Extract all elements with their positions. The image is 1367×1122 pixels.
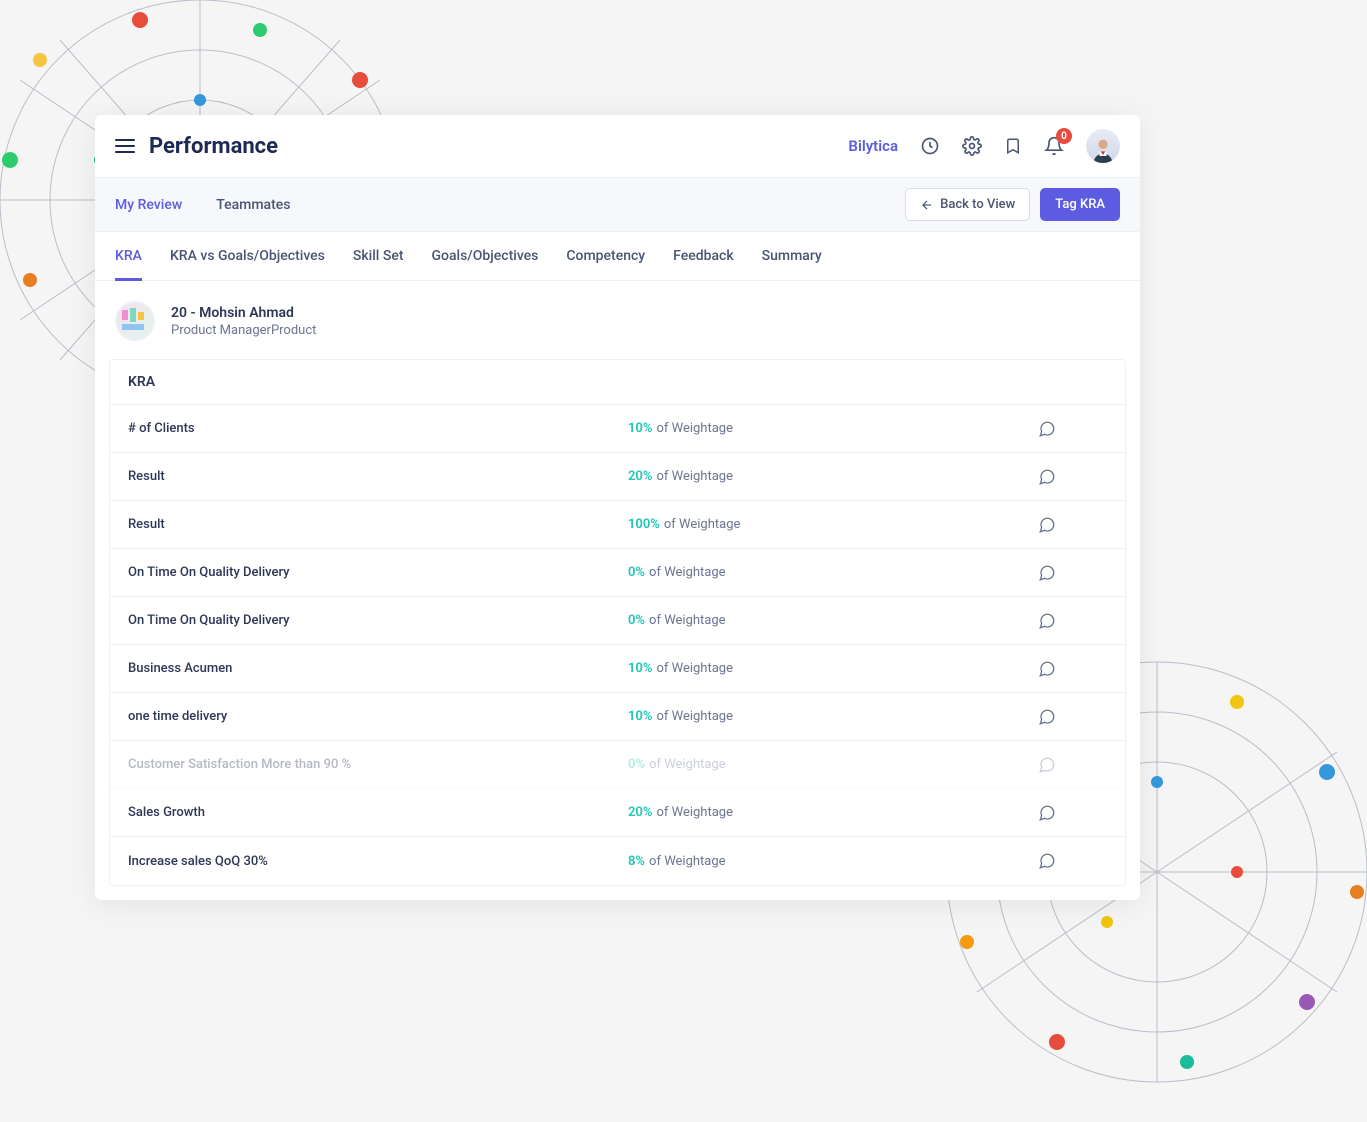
profile-name: 20 - Mohsin Ahmad xyxy=(171,305,316,321)
bookmark-icon[interactable] xyxy=(1004,136,1022,156)
kra-percentage: 0% xyxy=(628,565,645,580)
kra-section: KRA # of Clients10% of WeightageResult20… xyxy=(109,359,1126,886)
kra-row: one time delivery10% of Weightage xyxy=(110,693,1125,741)
comment-icon[interactable] xyxy=(1038,564,1056,582)
profile-role: Product ManagerProduct xyxy=(171,323,316,338)
kra-weight-label: of Weightage xyxy=(656,805,733,820)
tag-kra-button[interactable]: Tag KRA xyxy=(1040,188,1120,221)
tab-skill-set[interactable]: Skill Set xyxy=(353,248,404,281)
comment-icon[interactable] xyxy=(1038,420,1056,438)
kra-name: Sales Growth xyxy=(128,805,628,820)
tag-kra-label: Tag KRA xyxy=(1055,197,1105,212)
kra-name: Result xyxy=(128,517,628,532)
profile-block: 20 - Mohsin Ahmad Product ManagerProduct xyxy=(95,281,1140,359)
comment-icon[interactable] xyxy=(1038,804,1056,822)
kra-weight-label: of Weightage xyxy=(649,854,726,869)
tab-goals-objectives[interactable]: Goals/Objectives xyxy=(432,248,539,281)
notification-badge: 0 xyxy=(1056,128,1072,144)
content-tabs: KRA KRA vs Goals/Objectives Skill Set Goals… xyxy=(95,232,1140,281)
clock-icon[interactable] xyxy=(920,136,940,156)
tab-kra[interactable]: KRA xyxy=(115,248,142,281)
subnav-tab-my-review[interactable]: My Review xyxy=(115,197,182,213)
kra-weight-label: of Weightage xyxy=(656,661,733,676)
comment-icon[interactable] xyxy=(1038,516,1056,534)
kra-name: Customer Satisfaction More than 90 % xyxy=(128,757,628,772)
app-window: Performance Bilytica 0 My Review Teammate… xyxy=(95,115,1140,900)
kra-weight-label: of Weightage xyxy=(656,709,733,724)
kra-weightage: 10% of Weightage xyxy=(628,709,928,724)
kra-row: Increase sales QoQ 30%8% of Weightage xyxy=(110,837,1125,885)
kra-row: Customer Satisfaction More than 90 %0% o… xyxy=(110,741,1125,789)
kra-section-title: KRA xyxy=(110,360,1125,405)
user-avatar[interactable] xyxy=(1086,129,1120,163)
tab-kra-vs-goals-objectives[interactable]: KRA vs Goals/Objectives xyxy=(170,248,325,281)
subnav: My Review Teammates Back to View Tag KRA xyxy=(95,178,1140,232)
kra-name: On Time On Quality Delivery xyxy=(128,613,628,628)
gear-icon[interactable] xyxy=(962,136,982,156)
arrow-left-icon xyxy=(920,198,934,212)
kra-row: Result20% of Weightage xyxy=(110,453,1125,501)
profile-avatar xyxy=(115,301,155,341)
kra-weightage: 10% of Weightage xyxy=(628,661,928,676)
kra-name: # of Clients xyxy=(128,421,628,436)
comment-icon[interactable] xyxy=(1038,708,1056,726)
kra-row: On Time On Quality Delivery0% of Weighta… xyxy=(110,597,1125,645)
kra-weight-label: of Weightage xyxy=(649,565,726,580)
comment-icon[interactable] xyxy=(1038,660,1056,678)
tab-competency[interactable]: Competency xyxy=(566,248,645,281)
kra-name: Increase sales QoQ 30% xyxy=(128,854,628,869)
kra-name: Business Acumen xyxy=(128,661,628,676)
kra-weight-label: of Weightage xyxy=(656,421,733,436)
kra-weightage: 100% of Weightage xyxy=(628,517,928,532)
comment-icon[interactable] xyxy=(1038,756,1056,774)
kra-percentage: 10% xyxy=(628,421,652,436)
kra-weightage: 0% of Weightage xyxy=(628,613,928,628)
kra-row: # of Clients10% of Weightage xyxy=(110,405,1125,453)
kra-name: one time delivery xyxy=(128,709,628,724)
kra-name: Result xyxy=(128,469,628,484)
kra-weight-label: of Weightage xyxy=(649,613,726,628)
kra-weightage: 10% of Weightage xyxy=(628,421,928,436)
kra-row: Sales Growth20% of Weightage xyxy=(110,789,1125,837)
kra-weightage: 8% of Weightage xyxy=(628,854,928,869)
menu-button[interactable] xyxy=(115,139,135,153)
back-to-view-button[interactable]: Back to View xyxy=(905,188,1030,221)
kra-row: Business Acumen10% of Weightage xyxy=(110,645,1125,693)
bell-icon[interactable]: 0 xyxy=(1044,136,1064,156)
kra-percentage: 20% xyxy=(628,805,652,820)
comment-icon[interactable] xyxy=(1038,852,1056,870)
comment-icon[interactable] xyxy=(1038,468,1056,486)
comment-icon[interactable] xyxy=(1038,612,1056,630)
kra-percentage: 0% xyxy=(628,613,645,628)
kra-name: On Time On Quality Delivery xyxy=(128,565,628,580)
brand-link[interactable]: Bilytica xyxy=(848,137,898,155)
kra-weight-label: of Weightage xyxy=(656,469,733,484)
kra-weightage: 0% of Weightage xyxy=(628,757,928,772)
kra-row: Result100% of Weightage xyxy=(110,501,1125,549)
kra-weight-label: of Weightage xyxy=(664,517,741,532)
kra-weightage: 20% of Weightage xyxy=(628,469,928,484)
back-label: Back to View xyxy=(940,197,1015,212)
tab-summary[interactable]: Summary xyxy=(762,248,822,281)
page-title: Performance xyxy=(149,134,278,159)
kra-percentage: 100% xyxy=(628,517,660,532)
kra-percentage: 10% xyxy=(628,661,652,676)
tab-feedback[interactable]: Feedback xyxy=(673,248,733,281)
kra-weight-label: of Weightage xyxy=(649,757,726,772)
kra-weightage: 0% of Weightage xyxy=(628,565,928,580)
kra-weightage: 20% of Weightage xyxy=(628,805,928,820)
kra-percentage: 8% xyxy=(628,854,645,869)
subnav-tab-teammates[interactable]: Teammates xyxy=(216,197,290,213)
kra-percentage: 10% xyxy=(628,709,652,724)
kra-percentage: 0% xyxy=(628,757,645,772)
topbar: Performance Bilytica 0 xyxy=(95,115,1140,178)
kra-row: On Time On Quality Delivery0% of Weighta… xyxy=(110,549,1125,597)
kra-percentage: 20% xyxy=(628,469,652,484)
